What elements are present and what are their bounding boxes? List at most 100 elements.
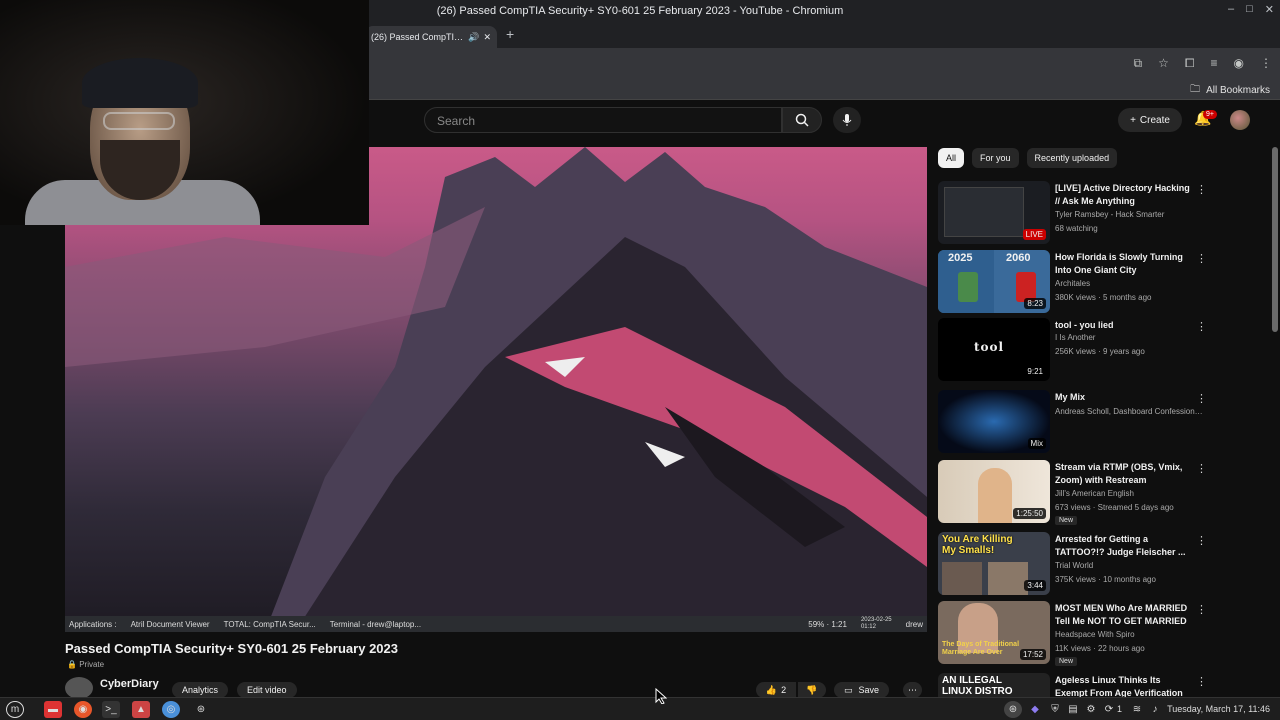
linux-mint-menu-icon[interactable]: m	[6, 701, 24, 718]
kebab-menu-icon[interactable]: ⋮	[1196, 320, 1207, 333]
analytics-button[interactable]: Analytics	[172, 682, 229, 698]
volume-icon[interactable]: ♪	[1146, 701, 1164, 718]
files-icon[interactable]: ▬	[44, 701, 62, 718]
recommendation-channel[interactable]: Tyler Ramsbey - Hack Smarter	[1055, 210, 1164, 219]
obs-icon[interactable]: ⊛	[192, 701, 210, 718]
recommendation-item[interactable]: 2025 2060 8:23 How Florida is Slowly Tur…	[938, 250, 1268, 314]
video-thumbnail[interactable]: Mix	[938, 390, 1050, 453]
like-button[interactable]: 👍 2	[756, 682, 796, 698]
kebab-menu-icon[interactable]: ⋮	[1196, 603, 1207, 616]
kebab-menu-icon[interactable]: ⋮	[1196, 675, 1207, 688]
video-thumbnail[interactable]: LIVE	[938, 181, 1050, 244]
more-actions-button[interactable]: ⋯	[903, 682, 922, 698]
recommendation-title[interactable]: Ageless Linux Thinks Its Exempt From Age…	[1055, 674, 1195, 697]
recommendation-channel[interactable]: Jill's American English	[1055, 489, 1134, 498]
settings-tray-icon[interactable]: ⚙	[1082, 701, 1100, 718]
obs-tray-icon[interactable]: ⊛	[1004, 701, 1022, 718]
maximize-icon[interactable]: □	[1246, 3, 1253, 16]
recommendation-channel[interactable]: Andreas Scholl, Dashboard Confessional..…	[1055, 407, 1205, 416]
live-badge: LIVE	[1022, 229, 1046, 240]
recommendation-item[interactable]: LIVE [LIVE] Active Directory Hacking // …	[938, 181, 1268, 245]
recommendation-item[interactable]: 1:25:50 Stream via RTMP (OBS, Vmix, Zoom…	[938, 460, 1268, 525]
channel-avatar[interactable]	[65, 677, 93, 699]
recommendation-title[interactable]: Stream via RTMP (OBS, Vmix, Zoom) with R…	[1055, 461, 1195, 487]
update-manager-icon[interactable]: ⟳	[1100, 701, 1118, 718]
extensions-icon[interactable]: ⧠	[1185, 56, 1195, 71]
recommendation-title[interactable]: [LIVE] Active Directory Hacking // Ask M…	[1055, 182, 1195, 208]
update-count: 1	[1117, 704, 1123, 714]
voice-search-button[interactable]	[833, 107, 861, 133]
speaker-icon[interactable]: 🔊	[468, 32, 479, 43]
recommendation-item[interactable]: The Days of Traditional Marriage Are Ove…	[938, 601, 1268, 666]
channel-name[interactable]: CyberDiary	[100, 678, 159, 690]
recommendation-title[interactable]: How Florida is Slowly Turning Into One G…	[1055, 251, 1195, 277]
recommendation-item[interactable]: You Are Killing My Smalls! 3:44 Arrested…	[938, 532, 1268, 596]
recommendation-title[interactable]: MOST MEN Who Are MARRIED Tell Me NOT TO …	[1055, 602, 1195, 628]
create-button[interactable]: + Create	[1118, 108, 1182, 132]
filter-recently-uploaded[interactable]: Recently uploaded	[1026, 148, 1118, 168]
recommendation-meta: 673 views · Streamed 5 days ago	[1055, 503, 1174, 512]
close-window-icon[interactable]: ✕	[1265, 3, 1274, 16]
thumbnail-logo-tool: tool	[974, 340, 1005, 354]
recommendation-item[interactable]: AN ILLEGAL LINUX DISTRO Ageless Linux Th…	[938, 673, 1268, 697]
terminal-icon[interactable]: >_	[102, 701, 120, 718]
filter-for-you[interactable]: For you	[972, 148, 1019, 168]
recommendation-item[interactable]: tool 9:21 tool - you lied I Is Another 2…	[938, 318, 1268, 382]
firefox-icon[interactable]: ◉	[74, 701, 92, 718]
recommendation-title[interactable]: My Mix	[1055, 391, 1195, 404]
video-thumbnail[interactable]: tool 9:21	[938, 318, 1050, 381]
save-button[interactable]: ▭ Save	[834, 682, 890, 698]
recommendation-channel[interactable]: Headspace With Spiro	[1055, 630, 1135, 639]
chromium-icon[interactable]: ◎	[162, 701, 180, 718]
recommendation-title[interactable]: tool - you lied	[1055, 319, 1195, 332]
profile-icon[interactable]: ◉	[1234, 56, 1244, 71]
dislike-button[interactable]: 👎	[798, 682, 826, 698]
recommendation-channel[interactable]: Trial World	[1055, 561, 1093, 570]
thumbnail-caption-married: The Days of Traditional Marriage Are Ove…	[942, 641, 1020, 656]
os-taskbar: m ▬ ◉ >_ ▲ ◎ ⊛ ⊛ ◆ ⛨ ▤ ⚙ ⟳ 1 ≋ ♪ Tuesday…	[0, 697, 1280, 720]
proton-vpn-icon[interactable]: ◆	[1026, 701, 1044, 718]
recommendation-channel[interactable]: I Is Another	[1055, 333, 1095, 342]
bookmark-star-icon[interactable]: ☆	[1158, 56, 1169, 71]
kebab-menu-icon[interactable]: ⋮	[1196, 392, 1207, 405]
kebab-menu-icon[interactable]: ⋮	[1196, 183, 1207, 196]
new-tab-icon[interactable]: +	[506, 26, 514, 42]
install-app-icon[interactable]: ⧉	[1134, 56, 1143, 71]
kebab-menu-icon[interactable]: ⋮	[1196, 252, 1207, 265]
recommendation-item[interactable]: Mix My Mix Andreas Scholl, Dashboard Con…	[938, 390, 1268, 454]
shield-icon[interactable]: ⛨	[1046, 701, 1064, 718]
tab-close-icon[interactable]: ✕	[483, 32, 491, 43]
browser-menu-icon[interactable]: ⋮	[1260, 56, 1272, 71]
page-scrollbar[interactable]	[1272, 147, 1278, 332]
video-thumbnail[interactable]: The Days of Traditional Marriage Are Ove…	[938, 601, 1050, 664]
wifi-icon[interactable]: ≋	[1128, 701, 1146, 718]
kebab-menu-icon[interactable]: ⋮	[1196, 462, 1207, 475]
minimize-icon[interactable]: –	[1228, 3, 1234, 16]
privacy-label: Private	[79, 660, 105, 669]
recorded-applications-menu: Applications :	[69, 619, 117, 629]
media-control-icon[interactable]: ≡	[1211, 56, 1218, 71]
thumbs-down-icon: 👎	[806, 684, 818, 695]
account-avatar[interactable]	[1230, 110, 1250, 130]
search-input[interactable]: Search	[424, 107, 782, 133]
recommendation-title[interactable]: Arrested for Getting a TATTOO?!? Judge F…	[1055, 533, 1195, 559]
notification-badge: 9+	[1203, 110, 1217, 119]
edit-video-button[interactable]: Edit video	[237, 682, 297, 698]
video-thumbnail[interactable]: You Are Killing My Smalls! 3:44	[938, 532, 1050, 595]
recommendation-channel[interactable]: Architales	[1055, 279, 1090, 288]
kebab-menu-icon[interactable]: ⋮	[1196, 534, 1207, 547]
recorded-browser-window: TOTAL: CompTIA Secur...	[223, 619, 316, 629]
video-thumbnail[interactable]: AN ILLEGAL LINUX DISTRO	[938, 673, 1050, 697]
clipboard-icon[interactable]: ▤	[1064, 701, 1082, 718]
video-thumbnail[interactable]: 1:25:50	[938, 460, 1050, 523]
recommendation-meta: 380K views · 5 months ago	[1055, 293, 1152, 302]
search-button[interactable]	[782, 107, 822, 133]
browser-tab[interactable]: (26) Passed CompTIA Secu 🔊 ✕	[365, 26, 497, 48]
system-clock[interactable]: Tuesday, March 17, 11:46	[1167, 704, 1270, 714]
filter-all[interactable]: All	[938, 148, 965, 168]
search-icon	[795, 113, 809, 127]
image-viewer-icon[interactable]: ▲	[132, 701, 150, 718]
window-controls: – □ ✕	[1228, 3, 1274, 16]
all-bookmarks-button[interactable]: 🗀 All Bookmarks	[1190, 82, 1270, 99]
video-thumbnail[interactable]: 2025 2060 8:23	[938, 250, 1050, 313]
